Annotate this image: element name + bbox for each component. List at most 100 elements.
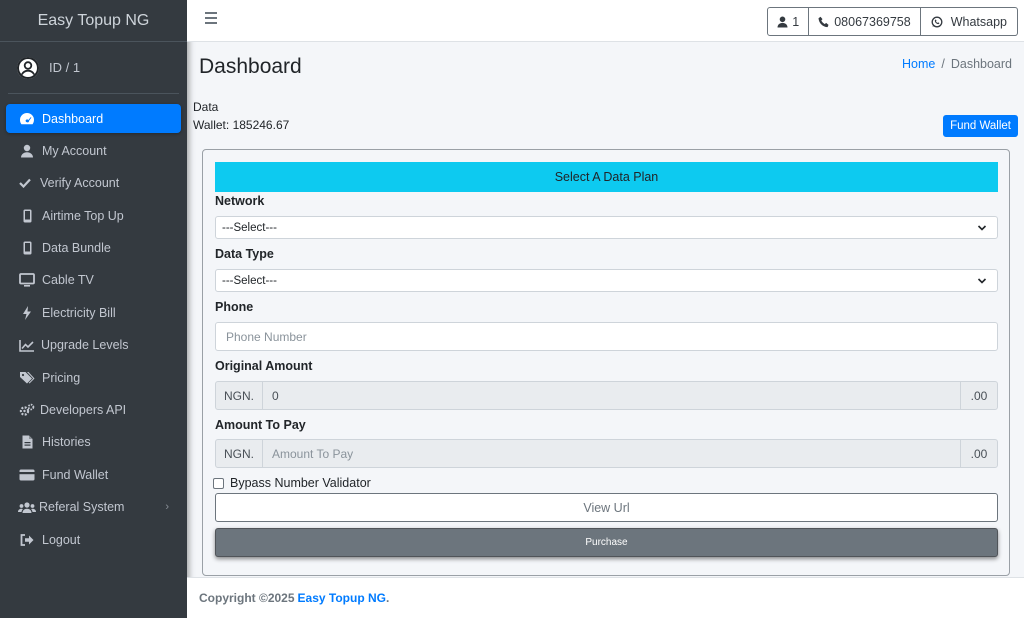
wallet-balance: Wallet: 185246.67	[193, 118, 290, 132]
file-icon	[18, 434, 36, 450]
data-type-select-value: ---Select---	[222, 274, 277, 287]
hamburger-menu-icon[interactable]	[205, 12, 217, 26]
whatsapp-label: Whatsapp	[950, 14, 1007, 29]
breadcrumb-home-link[interactable]: Home	[902, 57, 935, 71]
amount-to-pay-input[interactable]: Amount To Pay	[263, 440, 960, 467]
sidebar-item-label: Cable TV	[42, 273, 94, 288]
chevron-down-icon	[977, 225, 987, 231]
bypass-validator-label: Bypass Number Validator	[230, 476, 371, 490]
phone-icon	[818, 16, 829, 27]
network-select[interactable]: ---Select---	[215, 216, 998, 239]
page-title: Dashboard	[199, 55, 302, 78]
sidebar-item-label: Data Bundle	[42, 241, 111, 256]
sign-out-icon	[18, 532, 36, 548]
dashboard-icon	[18, 111, 36, 127]
data-type-select[interactable]: ---Select---	[215, 269, 998, 292]
phone-input-placeholder: Phone Number	[226, 329, 307, 344]
sidebar-item-label: Verify Account	[40, 176, 120, 191]
data-plan-card: Select A Data Plan Network ---Select--- …	[202, 149, 1010, 576]
view-url-button[interactable]: View Url	[215, 493, 998, 522]
original-amount-input[interactable]: 0	[263, 382, 960, 409]
sidebar-item-dashboard[interactable]: Dashboard	[6, 104, 181, 133]
breadcrumb-current: Dashboard	[950, 57, 1012, 71]
sidebar-item-label: Upgrade Levels	[41, 338, 129, 353]
tags-icon	[18, 370, 36, 386]
credit-card-icon	[18, 467, 36, 483]
breadcrumb-separator: /	[941, 57, 945, 71]
network-label: Network	[215, 194, 265, 208]
purchase-button[interactable]: Purchase	[215, 528, 998, 557]
amount-to-pay-group: NGN. Amount To Pay .00	[215, 439, 998, 468]
sidebar-item-label: Fund Wallet	[42, 467, 109, 482]
sidebar-item-label: Airtime Top Up	[42, 208, 124, 223]
mobile-icon	[18, 240, 36, 256]
amount-to-pay-label: Amount To Pay	[215, 418, 306, 432]
bypass-validator-checkbox[interactable]	[213, 477, 224, 489]
sidebar-item-label: Electricity Bill	[42, 305, 116, 320]
sidebar-item-airtime[interactable]: Airtime Top Up	[6, 201, 181, 230]
phone-input[interactable]: Phone Number	[215, 322, 998, 351]
check-icon	[18, 175, 32, 191]
phone-button[interactable]: 08067369758	[809, 8, 921, 35]
brand-logo[interactable]: Easy Topup NG	[0, 0, 187, 42]
bypass-validator-option[interactable]: Bypass Number Validator	[213, 476, 371, 490]
wallet-type-label: Data	[193, 100, 219, 114]
topbar-button-group: 1 08067369758 Whatsapp	[767, 7, 1018, 36]
user-icon	[18, 143, 36, 159]
sidebar-item-label: Pricing	[42, 370, 81, 385]
sidebar-item-data-bundle[interactable]: Data Bundle	[6, 234, 181, 263]
sidebar-item-logout[interactable]: Logout	[6, 525, 181, 554]
mobile-icon	[18, 208, 36, 224]
sidebar-item-pricing[interactable]: Pricing	[6, 363, 181, 392]
sidebar-item-verify-account[interactable]: Verify Account	[6, 169, 181, 198]
copyright-text: Copyright ©2025	[199, 591, 295, 605]
sidebar-item-my-account[interactable]: My Account	[6, 136, 181, 165]
users-icon	[18, 499, 36, 515]
fund-wallet-button[interactable]: Fund Wallet	[943, 115, 1018, 137]
cents-suffix: .00	[960, 440, 997, 467]
footer-period: .	[385, 591, 390, 605]
user-count-button[interactable]: 1	[768, 8, 810, 35]
sidebar-item-fund-wallet[interactable]: Fund Wallet	[6, 460, 181, 489]
wallet-info: Data Wallet: 185246.67	[193, 98, 289, 134]
sidebar-item-label: Referal System	[39, 500, 125, 515]
data-type-label: Data Type	[215, 247, 274, 261]
bolt-icon	[18, 305, 36, 321]
cogs-icon	[18, 402, 36, 418]
currency-prefix: NGN.	[216, 440, 263, 467]
sidebar-item-histories[interactable]: Histories	[6, 428, 181, 457]
sidebar-item-referal-system[interactable]: Referal System ›	[6, 493, 181, 522]
topbar: 1 08067369758 Whatsapp	[187, 0, 1024, 42]
cents-suffix: .00	[960, 382, 997, 409]
user-id-label: ID / 1	[49, 60, 81, 75]
footer-brand-link[interactable]: Easy Topup NG	[298, 591, 386, 605]
avatar-icon	[17, 56, 39, 79]
user-count: 1	[792, 14, 800, 29]
sidebar-item-label: Logout	[42, 532, 81, 547]
phone-number: 08067369758	[834, 14, 911, 29]
sidebar-item-developers-api[interactable]: Developers API	[6, 396, 181, 425]
card-header: Select A Data Plan	[215, 162, 998, 192]
chevron-right-icon: ›	[165, 500, 169, 513]
network-select-value: ---Select---	[222, 221, 277, 234]
sidebar-item-label: Developers API	[40, 403, 127, 418]
footer: Copyright ©2025 Easy Topup NG .	[187, 577, 1024, 618]
chart-line-icon	[18, 337, 36, 353]
sidebar-nav: Dashboard My Account Verify Account Airt…	[0, 94, 187, 554]
user-panel[interactable]: ID / 1	[8, 42, 179, 94]
sidebar-item-cable-tv[interactable]: Cable TV	[6, 266, 181, 295]
whatsapp-button[interactable]: Whatsapp	[921, 8, 1017, 35]
original-amount-label: Original Amount	[215, 359, 313, 373]
whatsapp-icon	[931, 16, 943, 27]
original-amount-group: NGN. 0 .00	[215, 381, 998, 410]
sidebar-item-label: My Account	[42, 143, 107, 158]
tv-icon	[18, 272, 36, 288]
chevron-down-icon	[977, 278, 987, 284]
user-icon	[777, 16, 788, 27]
sidebar-item-electricity[interactable]: Electricity Bill	[6, 298, 181, 327]
breadcrumb: Home / Dashboard	[902, 57, 1012, 71]
sidebar: Easy Topup NG ID / 1 Dashboard My Accoun…	[0, 0, 187, 618]
sidebar-item-label: Histories	[42, 435, 91, 450]
sidebar-item-upgrade-levels[interactable]: Upgrade Levels	[6, 331, 181, 360]
phone-label: Phone	[215, 300, 254, 314]
